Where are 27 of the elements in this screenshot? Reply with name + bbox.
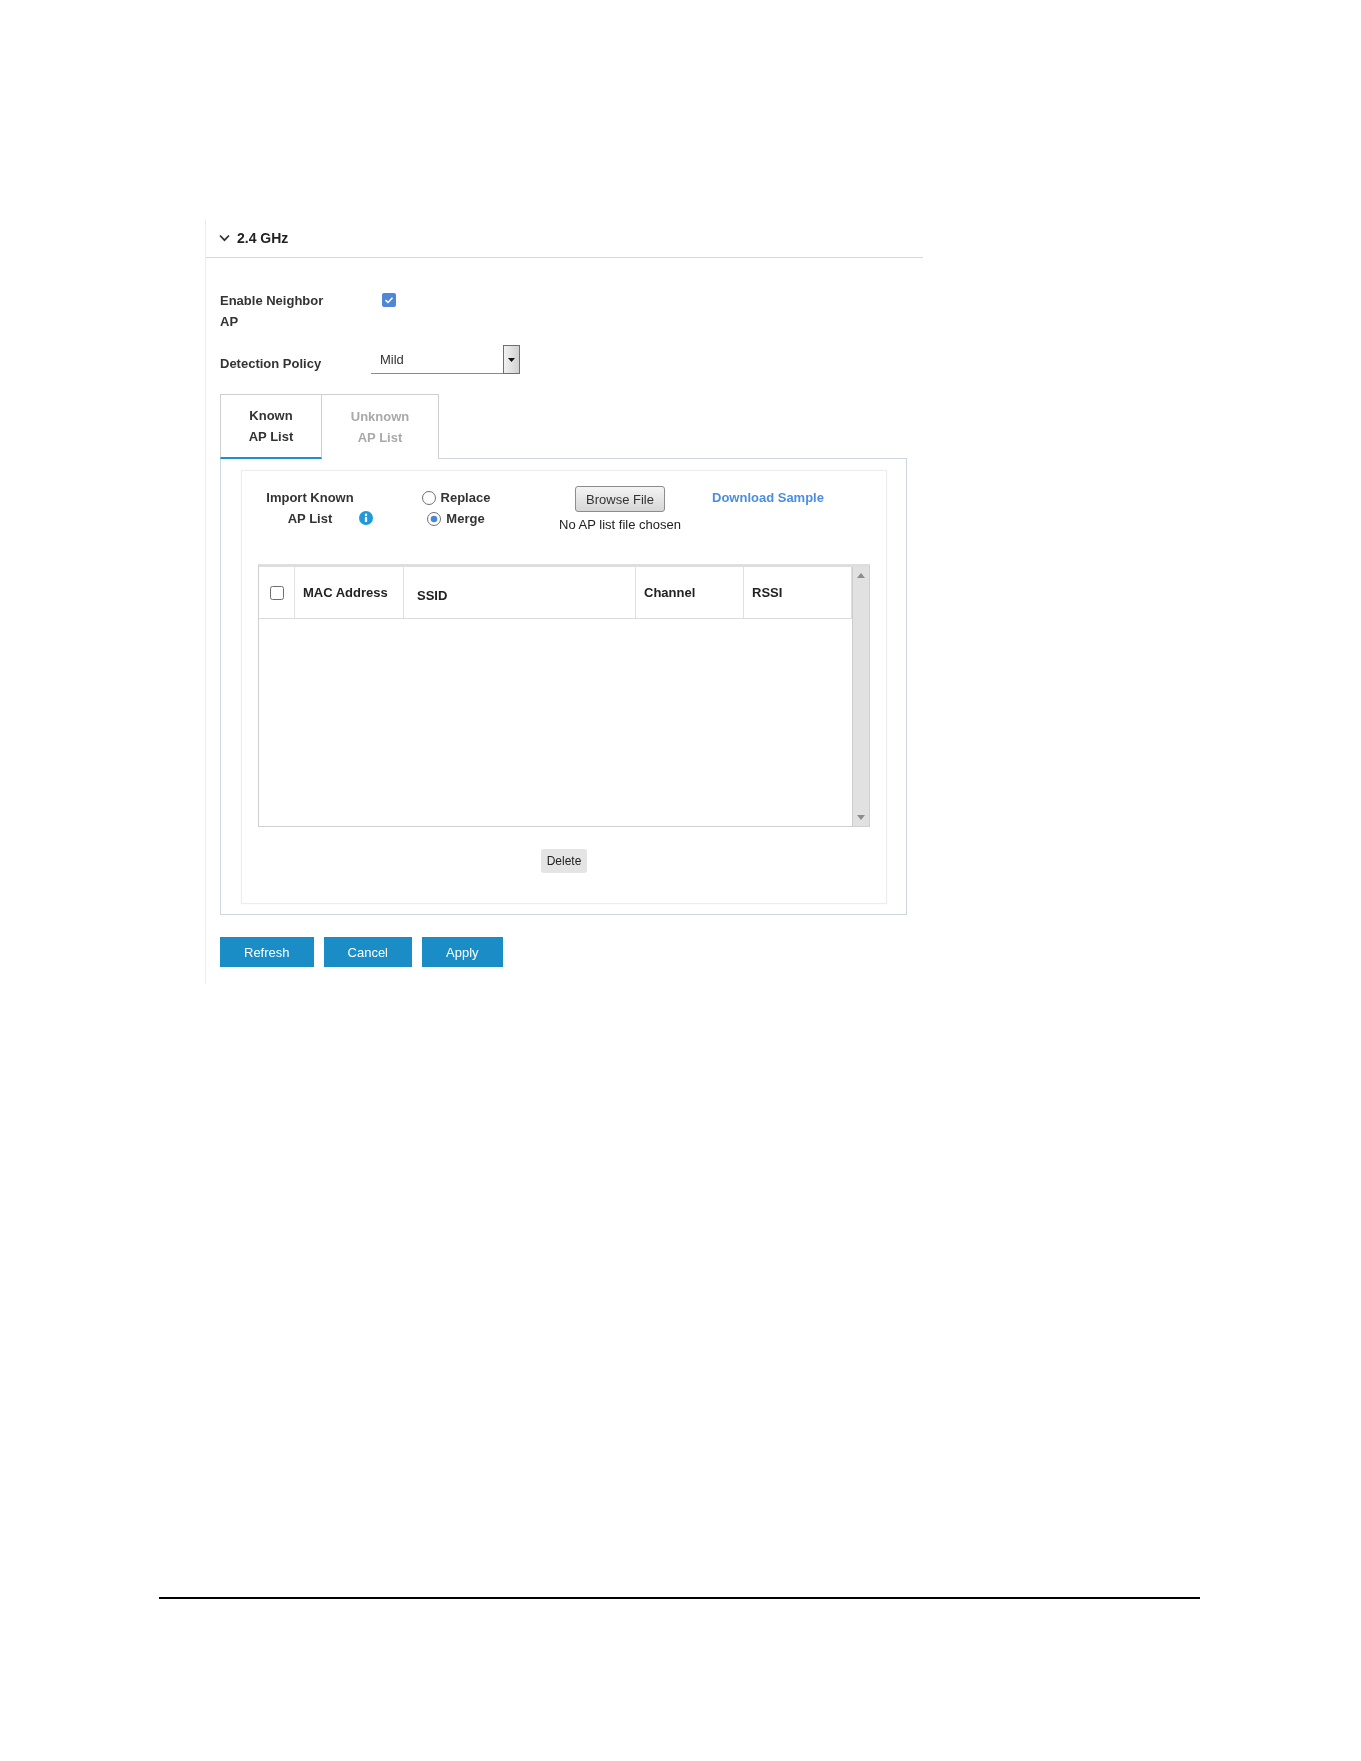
select-all-checkbox[interactable] [270, 585, 284, 600]
checkbox[interactable] [382, 293, 396, 307]
chevron-down-icon[interactable] [219, 234, 230, 242]
action-button[interactable]: Apply [422, 937, 503, 967]
column-header: Channel [636, 567, 744, 618]
radio-button[interactable] [421, 490, 436, 505]
tab[interactable]: Known AP List [220, 394, 322, 459]
radio-button[interactable] [427, 511, 442, 526]
scroll-up-arrow-icon[interactable] [857, 573, 865, 578]
import-label: Import Known AP List [265, 489, 355, 528]
field-label: Detection Policy [220, 355, 323, 373]
policy-select[interactable]: Mild [371, 345, 520, 374]
caret-icon[interactable] [503, 344, 520, 374]
column-header: MAC Address [295, 567, 404, 618]
info-icon[interactable] [359, 511, 373, 525]
radio-label[interactable]: Merge [446, 508, 485, 529]
scroll-down-arrow-icon[interactable] [857, 815, 865, 820]
file-status: No AP list file chosen [559, 516, 681, 534]
scrollbar[interactable] [852, 567, 869, 826]
action-button[interactable]: Cancel [323, 937, 412, 967]
delete-button[interactable]: Delete [540, 849, 588, 873]
action-button[interactable]: Refresh [220, 937, 314, 967]
browse-file-button[interactable]: Browse File [575, 486, 665, 512]
section-title[interactable]: 2.4 GHz [237, 230, 289, 246]
radio-label[interactable]: Replace [440, 487, 491, 508]
column-header: SSID [404, 567, 636, 618]
field-label: Enable Neighbor AP [220, 292, 325, 331]
